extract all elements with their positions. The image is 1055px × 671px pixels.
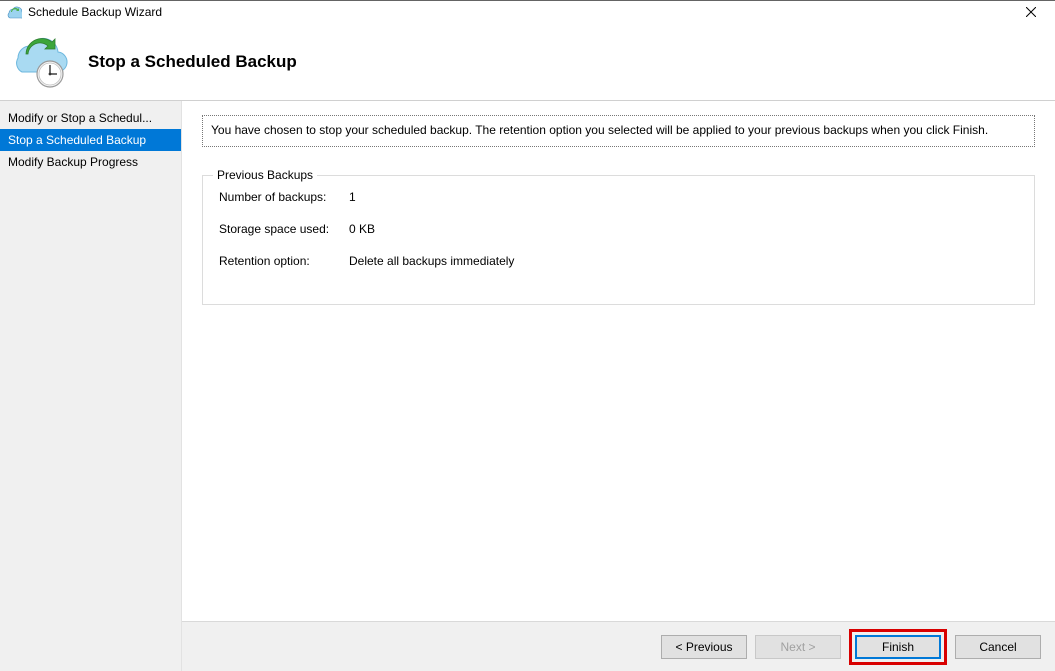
app-icon xyxy=(6,4,22,20)
label-storage-space-used: Storage space used: xyxy=(219,222,339,236)
next-button: Next > xyxy=(755,635,841,659)
row-storage-space-used: Storage space used: 0 KB xyxy=(219,222,1018,236)
label-number-of-backups: Number of backups: xyxy=(219,190,339,204)
title-bar: Schedule Backup Wizard xyxy=(0,1,1055,23)
label-retention-option: Retention option: xyxy=(219,254,339,268)
steps-sidebar: Modify or Stop a Schedul... Stop a Sched… xyxy=(0,101,182,671)
finish-highlight: Finish xyxy=(849,629,947,665)
wizard-footer: < Previous Next > Finish Cancel xyxy=(182,621,1055,671)
wizard-window: Schedule Backup Wizard Stop a Scheduled … xyxy=(0,0,1055,671)
previous-button[interactable]: < Previous xyxy=(661,635,747,659)
finish-button[interactable]: Finish xyxy=(855,635,941,659)
close-button[interactable] xyxy=(1011,2,1051,22)
value-storage-space-used: 0 KB xyxy=(349,222,1018,236)
previous-backups-legend: Previous Backups xyxy=(213,168,317,182)
step-stop-scheduled-backup[interactable]: Stop a Scheduled Backup xyxy=(0,129,181,151)
wizard-header-icon xyxy=(10,34,70,90)
cancel-button[interactable]: Cancel xyxy=(955,635,1041,659)
description-text: You have chosen to stop your scheduled b… xyxy=(202,115,1035,147)
previous-backups-group: Previous Backups Number of backups: 1 St… xyxy=(202,175,1035,305)
row-retention-option: Retention option: Delete all backups imm… xyxy=(219,254,1018,268)
header-band: Stop a Scheduled Backup xyxy=(0,23,1055,101)
page-title: Stop a Scheduled Backup xyxy=(88,52,297,72)
row-number-of-backups: Number of backups: 1 xyxy=(219,190,1018,204)
step-modify-or-stop[interactable]: Modify or Stop a Schedul... xyxy=(0,107,181,129)
title-bar-left: Schedule Backup Wizard xyxy=(6,4,162,20)
step-modify-backup-progress[interactable]: Modify Backup Progress xyxy=(0,151,181,173)
value-retention-option: Delete all backups immediately xyxy=(349,254,1018,268)
content-pane: You have chosen to stop your scheduled b… xyxy=(182,101,1055,671)
wizard-body: Modify or Stop a Schedul... Stop a Sched… xyxy=(0,101,1055,671)
value-number-of-backups: 1 xyxy=(349,190,1018,204)
window-title: Schedule Backup Wizard xyxy=(28,5,162,19)
